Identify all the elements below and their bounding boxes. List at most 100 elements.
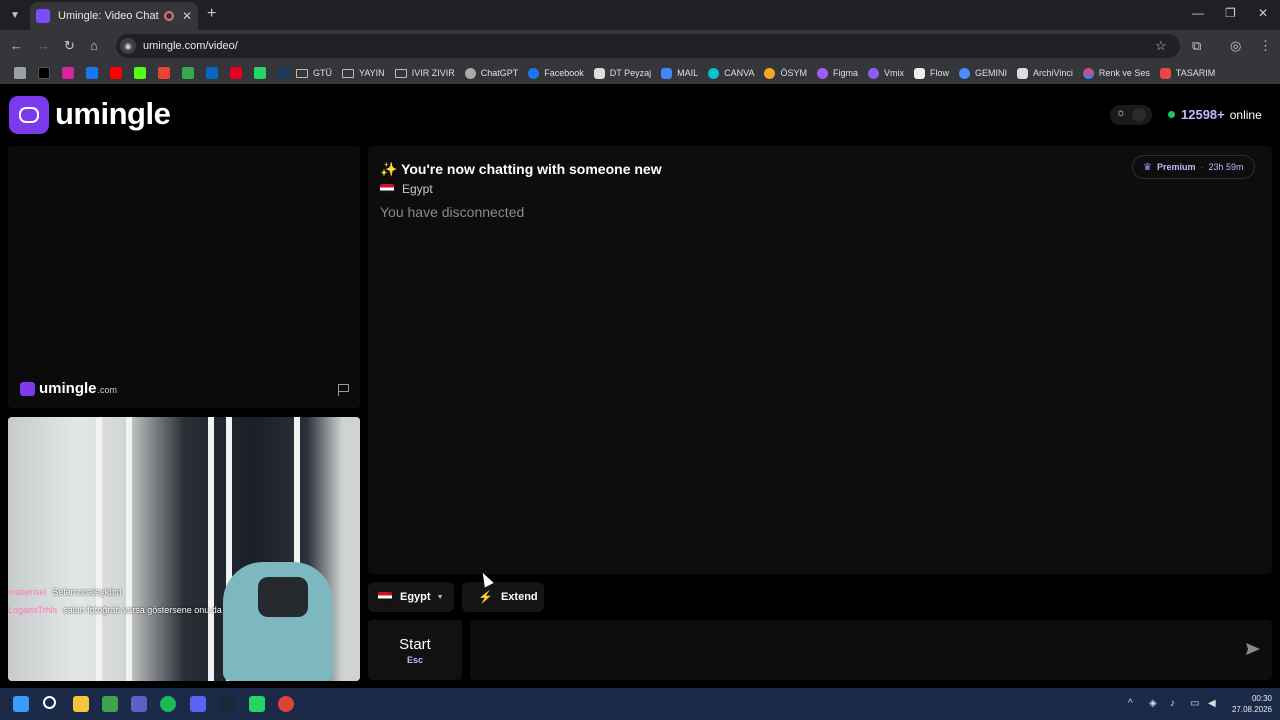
spotify-icon[interactable] — [160, 696, 176, 712]
discord-icon[interactable] — [190, 696, 206, 712]
folder-icon — [342, 68, 354, 78]
reload-icon[interactable]: ↻ — [64, 38, 75, 54]
bookmark-tasarim[interactable]: TASARIM — [1159, 67, 1215, 79]
online-label: online — [1229, 107, 1262, 122]
back-icon[interactable]: ← — [10, 38, 23, 53]
message-input[interactable] — [470, 620, 1272, 680]
vmix-icon — [868, 67, 879, 79]
home-icon[interactable]: ⌂ — [90, 38, 98, 53]
stream-chat-line: masensei Selamunaleyküm — [8, 587, 122, 597]
online-status-dot-icon — [1168, 111, 1175, 118]
start-shortcut: Esc — [406, 654, 423, 665]
bookmark-dt-peyzaj[interactable]: DT Peyzaj — [593, 67, 651, 79]
bookmark-canva[interactable]: CANVA — [708, 67, 754, 79]
report-flag-icon[interactable] — [338, 384, 350, 396]
remote-video: umingle .com — [8, 146, 360, 408]
bookmark-yayin[interactable]: YAYIN — [342, 68, 385, 78]
recording-indicator-icon — [163, 11, 174, 21]
umingle-watermark-icon — [20, 381, 35, 396]
apps-grid-icon[interactable] — [14, 67, 26, 79]
facebook-icon[interactable] — [86, 67, 98, 79]
whatsapp-icon[interactable] — [249, 696, 265, 712]
browser-menu-icon[interactable]: ⋮ — [1259, 38, 1272, 54]
volume-icon[interactable]: ◀ — [1208, 698, 1216, 709]
start-button[interactable]: Start Esc — [368, 620, 462, 680]
pinterest-icon[interactable] — [230, 67, 242, 79]
bookmark-gtu[interactable]: GTÜ — [296, 68, 332, 78]
flow-icon — [914, 67, 925, 79]
osym-icon — [764, 67, 776, 79]
tasarim-icon — [1159, 67, 1171, 79]
bookmark-star-icon[interactable]: ☆ — [1155, 38, 1167, 54]
bookmark-figma[interactable]: Figma — [816, 67, 858, 79]
chat-panel: ✨ You're now chatting with someone new E… — [368, 146, 1272, 574]
tab-close-icon[interactable]: ✕ — [182, 9, 192, 23]
page-icon — [593, 67, 605, 79]
system-clock[interactable]: 00:30 27.08.2026 — [1226, 693, 1272, 715]
maps-icon[interactable] — [182, 67, 194, 79]
app-icon[interactable] — [102, 696, 118, 712]
windows-start-icon[interactable] — [13, 696, 29, 712]
umingle-favicon-icon — [36, 9, 50, 23]
bookmark-ivir-zivir[interactable]: IVIR ZIVIR — [394, 68, 455, 78]
defender-icon[interactable]: ◈ — [1149, 698, 1157, 709]
youtube-icon[interactable] — [110, 67, 122, 79]
send-icon[interactable] — [1244, 640, 1262, 658]
microphone-icon[interactable]: ♪ — [1170, 698, 1175, 709]
new-tab-icon[interactable]: + — [207, 6, 216, 22]
egypt-flag-icon — [380, 184, 394, 194]
browser-tab-strip: ▼ Umingle: Video Chat with St ✕ + — ❐ ✕ — [0, 0, 1280, 30]
profile-icon[interactable]: ◎ — [1230, 38, 1241, 54]
country-filter-dropdown[interactable]: Egypt ▼ — [368, 582, 454, 612]
forward-icon[interactable]: → — [37, 38, 50, 53]
tab-search-icon[interactable]: ▼ — [6, 6, 24, 24]
restore-icon[interactable]: ❐ — [1225, 6, 1236, 20]
premium-time-left: 23h 59m — [1208, 162, 1244, 172]
chat-status: You have disconnected — [380, 204, 525, 220]
online-count: 12598+ — [1181, 107, 1225, 122]
bookmark-vmix[interactable]: Vmix — [868, 67, 904, 79]
file-explorer-icon[interactable] — [73, 696, 89, 712]
gmail-icon[interactable] — [158, 67, 170, 79]
bookmark-archivinci[interactable]: ArchiVinci — [1017, 67, 1073, 79]
bookmark-mail[interactable]: MAIL — [661, 67, 698, 79]
bookmark-osym[interactable]: ÖSYM — [764, 67, 807, 79]
network-icon[interactable]: ▭ — [1190, 698, 1199, 709]
bolt-icon: ⚡ — [478, 590, 493, 604]
archivinci-icon — [1017, 67, 1029, 79]
bookmark-chatgpt[interactable]: ChatGPT — [464, 67, 518, 79]
x-twitter-icon[interactable] — [38, 67, 50, 79]
bookmark-gemini[interactable]: GEMINI — [959, 67, 1007, 79]
bookmark-renk-ve-ses[interactable]: Renk ve Ses — [1082, 67, 1150, 79]
folder-icon — [296, 68, 308, 78]
tray-chevron-up-icon[interactable]: ^ — [1128, 698, 1133, 709]
extend-button[interactable]: ⚡ Extend — [462, 582, 544, 612]
theme-toggle[interactable]: ☼ — [1110, 105, 1152, 125]
site-info-icon[interactable]: ◉ — [120, 38, 136, 54]
whatsapp-icon[interactable] — [254, 67, 266, 79]
twitch-icon[interactable] — [278, 67, 290, 79]
kick-icon[interactable] — [134, 67, 146, 79]
browser-tab-umingle[interactable]: Umingle: Video Chat with St ✕ — [30, 2, 198, 30]
steam-icon[interactable] — [219, 696, 235, 712]
online-counter: 12598+ online — [1168, 107, 1262, 122]
local-video: masensei Selamunaleyküm LogansTrhls salan … — [8, 417, 360, 681]
search-icon[interactable] — [43, 696, 56, 709]
premium-badge[interactable]: ♛ Premium · 23h 59m — [1132, 155, 1255, 179]
site-logo-text[interactable]: umingle — [55, 96, 171, 132]
close-window-icon[interactable]: ✕ — [1258, 6, 1268, 20]
bookmark-facebook[interactable]: Facebook — [528, 67, 584, 79]
umingle-logo-icon[interactable] — [9, 96, 49, 134]
linkedin-icon[interactable] — [206, 67, 218, 79]
instagram-icon[interactable] — [62, 67, 74, 79]
omnibox[interactable]: ◉ umingle.com/video/ — [116, 34, 1180, 58]
extensions-icon[interactable]: ⧉ — [1192, 38, 1201, 54]
chrome-icon[interactable] — [278, 696, 294, 712]
tab-title: Umingle: Video Chat with St — [58, 10, 160, 22]
video-watermark: umingle .com — [20, 380, 117, 397]
chevron-down-icon: ▼ — [436, 593, 444, 601]
minimize-icon[interactable]: — — [1192, 6, 1204, 20]
bookmark-flow[interactable]: Flow — [914, 67, 949, 79]
umingle-page: umingle ☼ 12598+ online umingle .com mas… — [0, 84, 1280, 688]
teams-icon[interactable] — [131, 696, 147, 712]
